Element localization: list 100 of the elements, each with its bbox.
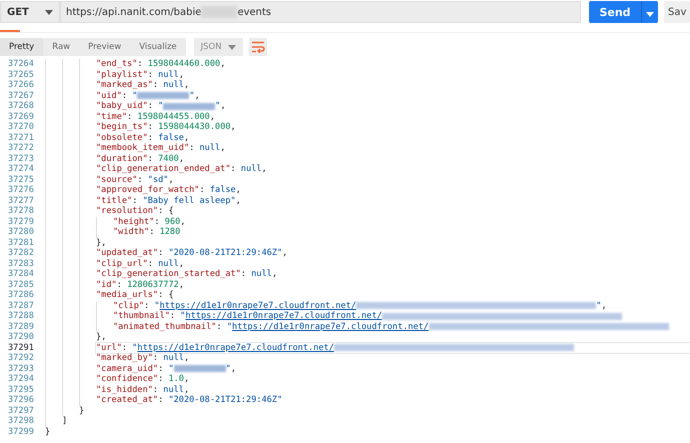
line-number: 37279	[7, 216, 35, 227]
json-key: "clip_generation_ended_at"	[96, 164, 231, 174]
method-select[interactable]: GET	[0, 1, 60, 23]
line-number: 37288	[7, 311, 35, 322]
json-key: "uid"	[96, 90, 122, 101]
line-number: 37275	[7, 174, 35, 185]
json-key: "marked_by"	[96, 353, 153, 364]
view-tab[interactable]: Visualize	[130, 38, 186, 56]
punctuation: ,	[178, 280, 184, 290]
punctuation: ,	[178, 70, 184, 80]
json-key: "clip_generation_started_at"	[96, 269, 241, 280]
view-tab[interactable]: Preview	[79, 38, 130, 56]
number-value: 1.0	[168, 374, 184, 384]
punctuation: ,	[194, 90, 200, 101]
literal-value: null	[158, 70, 179, 80]
punctuation: :	[132, 196, 138, 206]
json-key: "updated_at"	[96, 248, 158, 258]
view-tab[interactable]: Pretty	[0, 38, 44, 56]
number-value: 7400	[158, 154, 179, 164]
number-value: 1598044430.000	[158, 122, 231, 132]
punctuation: :	[148, 70, 154, 80]
literal-value: false	[158, 132, 184, 143]
line-number: 37278	[7, 206, 35, 216]
punctuation: :	[116, 280, 123, 290]
punctuation: },	[96, 238, 106, 248]
punctuation: :	[216, 322, 223, 332]
json-key: "resolution"	[96, 206, 158, 216]
string-value: "	[158, 101, 164, 112]
json-key: "marked_as"	[96, 80, 153, 90]
send-options-button[interactable]	[641, 1, 658, 23]
punctuation: ,	[220, 143, 226, 154]
number-value: 960	[164, 216, 180, 227]
punctuation: :	[137, 59, 144, 70]
punctuation: ,	[220, 101, 226, 112]
json-key: "duration"	[96, 154, 148, 164]
literal-value: null	[200, 143, 220, 154]
punctuation: ,	[168, 174, 174, 185]
redacted-text	[163, 102, 216, 110]
string-value: "2020-08-21T21:29:46Z"	[168, 248, 282, 258]
line-number: 37287	[7, 300, 35, 311]
json-key: "obsolete"	[96, 132, 148, 143]
url-link[interactable]: https://d1e1r0nrape7e7.cloudfront.net/	[137, 342, 334, 353]
punctuation: :	[158, 248, 164, 258]
line-number: 37265	[7, 70, 35, 80]
json-key: "end_ts"	[96, 59, 138, 70]
line-number: 37282	[7, 248, 35, 258]
line-number: 37277	[7, 196, 35, 206]
line-number: 37264	[7, 59, 35, 70]
json-key: "confidence"	[96, 374, 158, 384]
punctuation: ,	[184, 374, 190, 384]
punctuation: :	[170, 311, 176, 322]
json-key: "title"	[96, 196, 132, 206]
line-number: 37297	[7, 406, 35, 416]
json-key: "playlist"	[96, 70, 148, 80]
save-button[interactable]: Sav	[664, 1, 690, 23]
punctuation: :	[199, 185, 206, 196]
json-key: "clip"	[113, 300, 144, 311]
punctuation: ,	[184, 80, 190, 90]
url-link[interactable]: https://d1e1r0nrape7e7.cloudfront.net/	[185, 311, 382, 322]
literal-value: null	[158, 258, 179, 269]
line-number: 37284	[7, 269, 35, 280]
punctuation: ,	[236, 196, 241, 206]
line-number: 37273	[7, 154, 35, 164]
json-key: "approved_for_watch"	[96, 185, 200, 196]
string-value: "	[132, 342, 138, 353]
punctuation: ,	[236, 185, 241, 196]
line-number: 37290	[7, 332, 35, 342]
json-key: "time"	[96, 112, 128, 122]
line-number: 37266	[7, 80, 35, 90]
punctuation: :	[158, 374, 164, 384]
punctuation: :	[189, 143, 196, 154]
json-key: "url"	[96, 342, 122, 353]
punctuation: },	[96, 332, 106, 342]
punctuation: :	[148, 258, 154, 269]
literal-value: null	[163, 384, 184, 395]
send-button[interactable]: Send	[589, 1, 641, 23]
punctuation: :	[158, 395, 164, 406]
caret-icon	[646, 12, 654, 16]
punctuation: ,	[184, 384, 190, 395]
url-field[interactable]: https://api.nanit.com/babie events	[60, 1, 581, 23]
url-link[interactable]: https://d1e1r0nrape7e7.cloudfront.net/	[232, 322, 429, 332]
literal-value: null	[240, 164, 262, 174]
line-number: 37298	[7, 416, 35, 426]
string-value: "	[168, 364, 174, 374]
wrap-lines-button[interactable]	[248, 38, 267, 56]
line-number: 37283	[7, 258, 35, 269]
punctuation: :	[230, 164, 237, 174]
json-key: "begin_ts"	[96, 122, 148, 132]
punctuation: }	[45, 426, 50, 437]
redacted-text	[174, 365, 226, 372]
line-number: 37285	[7, 280, 35, 290]
literal-value: false	[210, 185, 236, 196]
view-tab[interactable]: Raw	[43, 38, 80, 56]
url-link[interactable]: https://d1e1r0nrape7e7.cloudfront.net/	[160, 300, 356, 311]
punctuation: ]	[62, 416, 68, 426]
redacted-text	[137, 92, 190, 100]
string-value: "sd"	[148, 174, 168, 185]
punctuation: :	[152, 353, 160, 364]
line-number: 37295	[7, 384, 35, 395]
json-key: "camera_uid"	[96, 364, 158, 374]
